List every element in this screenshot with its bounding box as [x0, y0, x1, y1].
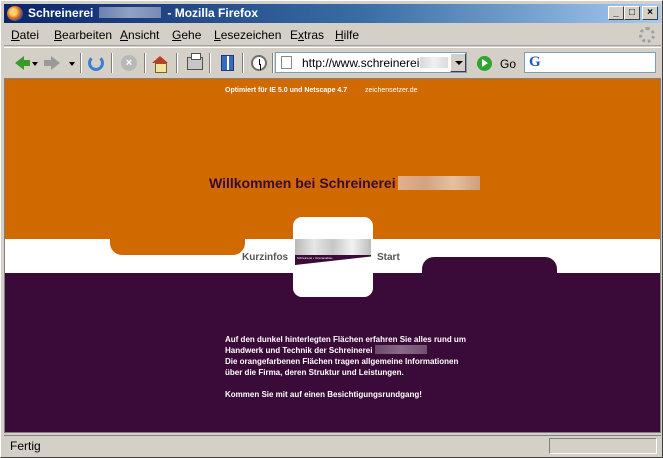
browser-optimized-note: Optimiert für IE 5.0 und Netscape 4.7 [225, 87, 348, 94]
menu-gehe-label: ehe [181, 28, 202, 42]
menu-gehe-accel: G [172, 28, 182, 42]
go-icon[interactable] [477, 56, 492, 71]
history-button[interactable] [248, 52, 270, 74]
menu-lesezeichen-label: esezeichen [220, 28, 282, 42]
menu-datei-accel: D [11, 28, 20, 42]
redacted-url-blur [420, 57, 448, 68]
web-page-content: Optimiert für IE 5.0 und Netscape 4.7 ze… [4, 78, 661, 433]
maximize-button[interactable]: □ [624, 6, 640, 20]
redacted-company-name-blur [397, 176, 480, 190]
reload-button[interactable] [85, 52, 107, 74]
menu-gehe[interactable]: Gehe [172, 28, 201, 42]
toolbar-separator [111, 53, 113, 73]
redacted-name-blur [99, 7, 162, 18]
home-button[interactable] [149, 52, 171, 74]
orange-tab-shape [110, 229, 245, 255]
printer-icon [187, 52, 203, 70]
intro-line-2: Handwerk und Technik der Schreinerei [225, 345, 466, 356]
menu-extras[interactable]: Extras [290, 28, 324, 42]
toolbar-separator [272, 53, 274, 73]
nav-link-start[interactable]: Start [377, 252, 400, 263]
google-search-icon: G [529, 54, 541, 70]
redacted-logo-blur [295, 239, 371, 255]
welcome-text: Willkommen bei Schreinerei [209, 175, 396, 191]
intro-line-3: Die orangefarbenen Flächen tragen allgem… [225, 357, 459, 366]
menu-datei-label: atei [19, 28, 40, 42]
address-bar[interactable]: http://www.schreinerei- [275, 52, 467, 73]
welcome-heading: Willkommen bei Schreinerei [209, 175, 480, 191]
search-box[interactable]: G [524, 52, 656, 73]
status-panel [549, 438, 657, 454]
forward-button[interactable] [43, 52, 66, 74]
menu-hilfe[interactable]: Hilfe [335, 28, 359, 42]
home-icon [152, 55, 168, 73]
toolbar-separator [144, 53, 146, 73]
minimize-button[interactable]: _ [608, 6, 624, 20]
designer-link[interactable]: zeichensetzer.de [365, 87, 418, 94]
toolbar-separator [209, 53, 211, 73]
intro-line-1: Auf den dunkel hinterlegten Flächen erfa… [225, 335, 466, 344]
closing-line: Kommen Sie mit auf einen Besichtigungsru… [225, 390, 422, 399]
menu-bearbeiten[interactable]: Bearbeiten [54, 28, 112, 42]
menu-ansicht-label: nsicht [128, 28, 160, 42]
company-logo-box[interactable]: Schreinerei • Innenausbau [293, 217, 373, 297]
browser-window: Schreinerei - Mozilla Firefox _ □ × Datei… [0, 0, 663, 458]
intro-line-2-text: Handwerk und Technik der Schreinerei [225, 346, 373, 355]
toolbar-separator [242, 53, 244, 73]
stop-button[interactable]: × [118, 52, 140, 74]
toolbar-separator [80, 53, 82, 73]
stop-icon: × [121, 55, 137, 71]
menu-ansicht-accel: A [120, 28, 129, 42]
forward-dropdown-icon[interactable] [69, 62, 75, 66]
intro-paragraph: Auf den dunkel hinterlegten Flächen erfa… [225, 334, 466, 400]
page-favicon-icon [281, 56, 292, 69]
print-button[interactable] [184, 52, 206, 74]
window-title-suffix: - Mozilla Firefox [167, 6, 259, 20]
reload-icon [88, 55, 104, 71]
back-button[interactable] [8, 52, 30, 74]
logo-tagline: Schreinerei • Innenausbau [297, 256, 333, 260]
nav-link-kurzinfos[interactable]: Kurzinfos [242, 252, 288, 263]
address-bar-url[interactable]: http://www.schreinerei- [302, 56, 423, 70]
menu-bar: Datei Bearbeiten Ansicht Gehe Lesezeiche… [4, 25, 661, 46]
menu-extras-label: tras [304, 28, 325, 42]
menu-hilfe-label: ilfe [343, 28, 360, 42]
back-dropdown-icon[interactable] [32, 62, 38, 66]
bookmarks-icon [220, 55, 234, 71]
status-bar: Fertig [4, 435, 661, 455]
intro-line-4: über die Firma, deren Struktur und Leist… [225, 368, 404, 377]
back-arrow-icon [14, 56, 30, 70]
menu-ansicht[interactable]: Ansicht [120, 28, 159, 42]
toolbar-separator [176, 53, 178, 73]
window-title: Schreinerei - Mozilla Firefox [28, 6, 258, 20]
menu-hilfe-accel: H [335, 28, 344, 42]
menu-lesezeichen[interactable]: Lesezeichen [214, 28, 281, 42]
throbber-icon [639, 27, 655, 43]
menu-bearbeiten-label: earbeiten [62, 28, 113, 42]
forward-arrow-icon [43, 56, 60, 70]
window-title-prefix: Schreinerei [28, 6, 94, 20]
address-dropdown-button[interactable] [450, 53, 466, 72]
history-clock-icon [251, 55, 267, 71]
menu-lesezeichen-accel: L [214, 28, 221, 42]
menu-bearbeiten-accel: B [54, 28, 63, 42]
redacted-company-name-blur [374, 345, 427, 354]
title-bar[interactable]: Schreinerei - Mozilla Firefox _ □ × [4, 4, 661, 23]
purple-tab-shape [422, 257, 557, 287]
status-text: Fertig [10, 439, 41, 453]
menu-extras-pre: E [290, 28, 299, 42]
menu-datei[interactable]: Datei [11, 28, 39, 42]
close-button[interactable]: × [642, 6, 658, 20]
orange-header-area [5, 79, 660, 239]
bookmarks-button[interactable] [216, 52, 238, 74]
go-button-label[interactable]: Go [500, 57, 516, 71]
firefox-icon [7, 6, 23, 21]
